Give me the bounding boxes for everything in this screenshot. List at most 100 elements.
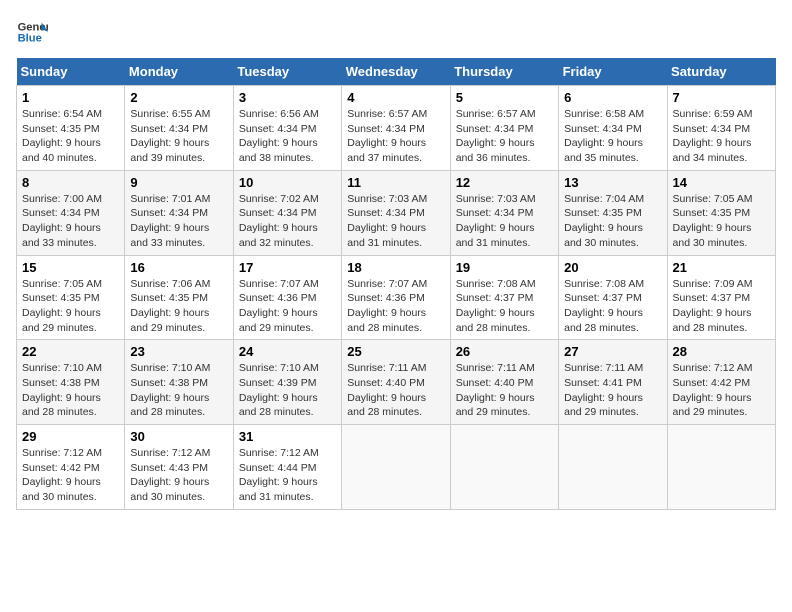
day-number: 18 bbox=[347, 260, 444, 275]
day-info: Sunrise: 7:12 AMSunset: 4:44 PMDaylight:… bbox=[239, 446, 336, 505]
calendar-cell: 2Sunrise: 6:55 AMSunset: 4:34 PMDaylight… bbox=[125, 86, 233, 171]
svg-text:Blue: Blue bbox=[18, 33, 42, 45]
calendar-cell: 18 Sunrise: 7:07 AMSunset: 4:36 PMDayligh… bbox=[342, 255, 450, 340]
day-info: Sunrise: 7:08 AMSunset: 4:37 PMDaylight:… bbox=[456, 277, 553, 336]
day-number: 30 bbox=[130, 429, 227, 444]
weekday-header-friday: Friday bbox=[559, 58, 667, 86]
calendar-cell: 11 Sunrise: 7:03 AMSunset: 4:34 PMDayligh… bbox=[342, 170, 450, 255]
day-info: Sunrise: 6:55 AMSunset: 4:34 PMDaylight:… bbox=[130, 107, 227, 166]
day-info: Sunrise: 7:08 AMSunset: 4:37 PMDaylight:… bbox=[564, 277, 661, 336]
weekday-header-sunday: Sunday bbox=[17, 58, 125, 86]
day-info: Sunrise: 6:57 AMSunset: 4:34 PMDaylight:… bbox=[347, 107, 444, 166]
day-number: 8 bbox=[22, 175, 119, 190]
calendar-cell: 24Sunrise: 7:10 AMSunset: 4:39 PMDayligh… bbox=[233, 340, 341, 425]
weekday-header-wednesday: Wednesday bbox=[342, 58, 450, 86]
calendar-cell: 8 Sunrise: 7:00 AMSunset: 4:34 PMDaylight… bbox=[17, 170, 125, 255]
day-info: Sunrise: 6:58 AMSunset: 4:34 PMDaylight:… bbox=[564, 107, 661, 166]
weekday-header-monday: Monday bbox=[125, 58, 233, 86]
day-info: Sunrise: 7:11 AMSunset: 4:41 PMDaylight:… bbox=[564, 361, 661, 420]
day-number: 31 bbox=[239, 429, 336, 444]
calendar-cell: 29Sunrise: 7:12 AMSunset: 4:42 PMDayligh… bbox=[17, 425, 125, 510]
calendar-cell: 20Sunrise: 7:08 AMSunset: 4:37 PMDayligh… bbox=[559, 255, 667, 340]
day-number: 16 bbox=[130, 260, 227, 275]
calendar-cell: 10 Sunrise: 7:02 AMSunset: 4:34 PMDayligh… bbox=[233, 170, 341, 255]
calendar-cell: 21 Sunrise: 7:09 AMSunset: 4:37 PMDayligh… bbox=[667, 255, 775, 340]
calendar-cell: 9 Sunrise: 7:01 AMSunset: 4:34 PMDaylight… bbox=[125, 170, 233, 255]
calendar-cell: 3 Sunrise: 6:56 AMSunset: 4:34 PMDaylight… bbox=[233, 86, 341, 171]
day-number: 4 bbox=[347, 90, 444, 105]
day-info: Sunrise: 7:02 AMSunset: 4:34 PMDaylight:… bbox=[239, 192, 336, 251]
day-number: 10 bbox=[239, 175, 336, 190]
day-number: 28 bbox=[673, 344, 770, 359]
calendar-cell: 5 Sunrise: 6:57 AMSunset: 4:34 PMDaylight… bbox=[450, 86, 558, 171]
day-number: 17 bbox=[239, 260, 336, 275]
day-info: Sunrise: 7:09 AMSunset: 4:37 PMDaylight:… bbox=[673, 277, 770, 336]
weekday-header-saturday: Saturday bbox=[667, 58, 775, 86]
day-info: Sunrise: 7:05 AMSunset: 4:35 PMDaylight:… bbox=[673, 192, 770, 251]
day-number: 23 bbox=[130, 344, 227, 359]
day-number: 6 bbox=[564, 90, 661, 105]
day-info: Sunrise: 7:01 AMSunset: 4:34 PMDaylight:… bbox=[130, 192, 227, 251]
day-info: Sunrise: 7:10 AMSunset: 4:38 PMDaylight:… bbox=[22, 361, 119, 420]
day-info: Sunrise: 7:06 AMSunset: 4:35 PMDaylight:… bbox=[130, 277, 227, 336]
day-number: 21 bbox=[673, 260, 770, 275]
day-number: 7 bbox=[673, 90, 770, 105]
logo: General Blue bbox=[16, 16, 48, 48]
calendar-cell: 7 Sunrise: 6:59 AMSunset: 4:34 PMDaylight… bbox=[667, 86, 775, 171]
day-number: 9 bbox=[130, 175, 227, 190]
day-number: 25 bbox=[347, 344, 444, 359]
day-number: 13 bbox=[564, 175, 661, 190]
day-number: 3 bbox=[239, 90, 336, 105]
day-info: Sunrise: 7:04 AMSunset: 4:35 PMDaylight:… bbox=[564, 192, 661, 251]
calendar-week-2: 8 Sunrise: 7:00 AMSunset: 4:34 PMDaylight… bbox=[17, 170, 776, 255]
day-info: Sunrise: 6:57 AMSunset: 4:34 PMDaylight:… bbox=[456, 107, 553, 166]
calendar-cell: 22 Sunrise: 7:10 AMSunset: 4:38 PMDayligh… bbox=[17, 340, 125, 425]
calendar-week-1: 1Sunrise: 6:54 AMSunset: 4:35 PMDaylight… bbox=[17, 86, 776, 171]
weekday-header-row: SundayMondayTuesdayWednesdayThursdayFrid… bbox=[17, 58, 776, 86]
day-info: Sunrise: 6:56 AMSunset: 4:34 PMDaylight:… bbox=[239, 107, 336, 166]
calendar-cell: 12 Sunrise: 7:03 AMSunset: 4:34 PMDayligh… bbox=[450, 170, 558, 255]
day-info: Sunrise: 6:59 AMSunset: 4:34 PMDaylight:… bbox=[673, 107, 770, 166]
day-number: 19 bbox=[456, 260, 553, 275]
calendar-table: SundayMondayTuesdayWednesdayThursdayFrid… bbox=[16, 58, 776, 510]
day-number: 11 bbox=[347, 175, 444, 190]
day-info: Sunrise: 7:12 AMSunset: 4:43 PMDaylight:… bbox=[130, 446, 227, 505]
calendar-cell: 26Sunrise: 7:11 AMSunset: 4:40 PMDayligh… bbox=[450, 340, 558, 425]
day-number: 5 bbox=[456, 90, 553, 105]
calendar-cell: 14Sunrise: 7:05 AMSunset: 4:35 PMDayligh… bbox=[667, 170, 775, 255]
day-number: 12 bbox=[456, 175, 553, 190]
day-info: Sunrise: 7:11 AMSunset: 4:40 PMDaylight:… bbox=[347, 361, 444, 420]
day-info: Sunrise: 7:03 AMSunset: 4:34 PMDaylight:… bbox=[347, 192, 444, 251]
calendar-cell: 6 Sunrise: 6:58 AMSunset: 4:34 PMDaylight… bbox=[559, 86, 667, 171]
day-number: 24 bbox=[239, 344, 336, 359]
day-info: Sunrise: 7:03 AMSunset: 4:34 PMDaylight:… bbox=[456, 192, 553, 251]
day-number: 27 bbox=[564, 344, 661, 359]
header: General Blue bbox=[16, 16, 776, 48]
calendar-cell: 25 Sunrise: 7:11 AMSunset: 4:40 PMDayligh… bbox=[342, 340, 450, 425]
calendar-cell: 31 Sunrise: 7:12 AMSunset: 4:44 PMDayligh… bbox=[233, 425, 341, 510]
calendar-cell: 23Sunrise: 7:10 AMSunset: 4:38 PMDayligh… bbox=[125, 340, 233, 425]
calendar-cell: 15Sunrise: 7:05 AMSunset: 4:35 PMDayligh… bbox=[17, 255, 125, 340]
calendar-cell: 4 Sunrise: 6:57 AMSunset: 4:34 PMDaylight… bbox=[342, 86, 450, 171]
day-number: 22 bbox=[22, 344, 119, 359]
day-info: Sunrise: 6:54 AMSunset: 4:35 PMDaylight:… bbox=[22, 107, 119, 166]
calendar-cell bbox=[342, 425, 450, 510]
calendar-cell bbox=[450, 425, 558, 510]
calendar-cell: 19 Sunrise: 7:08 AMSunset: 4:37 PMDayligh… bbox=[450, 255, 558, 340]
calendar-cell: 28 Sunrise: 7:12 AMSunset: 4:42 PMDayligh… bbox=[667, 340, 775, 425]
day-info: Sunrise: 7:07 AMSunset: 4:36 PMDaylight:… bbox=[347, 277, 444, 336]
weekday-header-thursday: Thursday bbox=[450, 58, 558, 86]
calendar-cell: 27 Sunrise: 7:11 AMSunset: 4:41 PMDayligh… bbox=[559, 340, 667, 425]
calendar-cell bbox=[667, 425, 775, 510]
day-info: Sunrise: 7:07 AMSunset: 4:36 PMDaylight:… bbox=[239, 277, 336, 336]
weekday-header-tuesday: Tuesday bbox=[233, 58, 341, 86]
calendar-cell: 16 Sunrise: 7:06 AMSunset: 4:35 PMDayligh… bbox=[125, 255, 233, 340]
day-info: Sunrise: 7:11 AMSunset: 4:40 PMDaylight:… bbox=[456, 361, 553, 420]
day-info: Sunrise: 7:12 AMSunset: 4:42 PMDaylight:… bbox=[673, 361, 770, 420]
calendar-cell: 30 Sunrise: 7:12 AMSunset: 4:43 PMDayligh… bbox=[125, 425, 233, 510]
day-number: 15 bbox=[22, 260, 119, 275]
calendar-week-3: 15Sunrise: 7:05 AMSunset: 4:35 PMDayligh… bbox=[17, 255, 776, 340]
calendar-cell bbox=[559, 425, 667, 510]
calendar-week-4: 22 Sunrise: 7:10 AMSunset: 4:38 PMDayligh… bbox=[17, 340, 776, 425]
day-info: Sunrise: 7:00 AMSunset: 4:34 PMDaylight:… bbox=[22, 192, 119, 251]
